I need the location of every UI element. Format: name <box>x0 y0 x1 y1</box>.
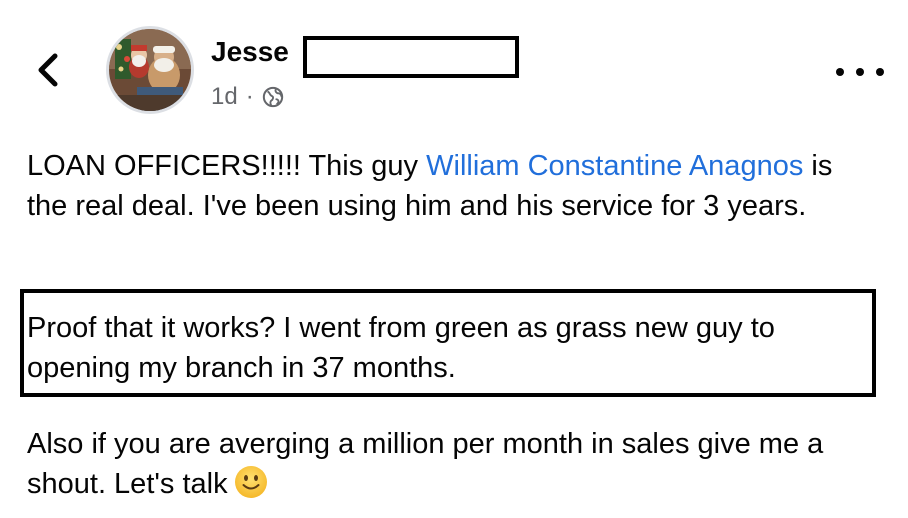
more-dot <box>836 68 844 76</box>
meta-separator: · <box>245 83 254 110</box>
more-dot <box>876 68 884 76</box>
mention-link[interactable]: William Constantine Anagnos <box>426 150 803 182</box>
chevron-left-icon <box>38 53 58 87</box>
post-paragraph-3: Also if you are averging a million per m… <box>27 424 877 504</box>
author-name[interactable]: Jesse <box>211 34 289 70</box>
post-timestamp[interactable]: 1d <box>211 83 238 111</box>
slightly-smiling-face-emoji <box>234 466 267 498</box>
post-paragraph-1: LOAN OFFICERS!!!!! This guy William Cons… <box>27 146 877 226</box>
post-text-closing: Also if you are averging a million per m… <box>27 428 824 500</box>
avatar[interactable] <box>106 26 194 114</box>
post-text-intro: LOAN OFFICERS!!!!! This guy <box>27 150 427 182</box>
redaction-box <box>303 36 519 78</box>
avatar-photo <box>109 29 191 111</box>
post-paragraph-2: Proof that it works? I went from green a… <box>27 312 775 384</box>
post-meta: 1d · <box>211 82 284 112</box>
back-button[interactable] <box>30 48 70 92</box>
more-options-button[interactable] <box>836 60 884 84</box>
more-dot <box>856 68 864 76</box>
globe-icon <box>262 86 283 108</box>
